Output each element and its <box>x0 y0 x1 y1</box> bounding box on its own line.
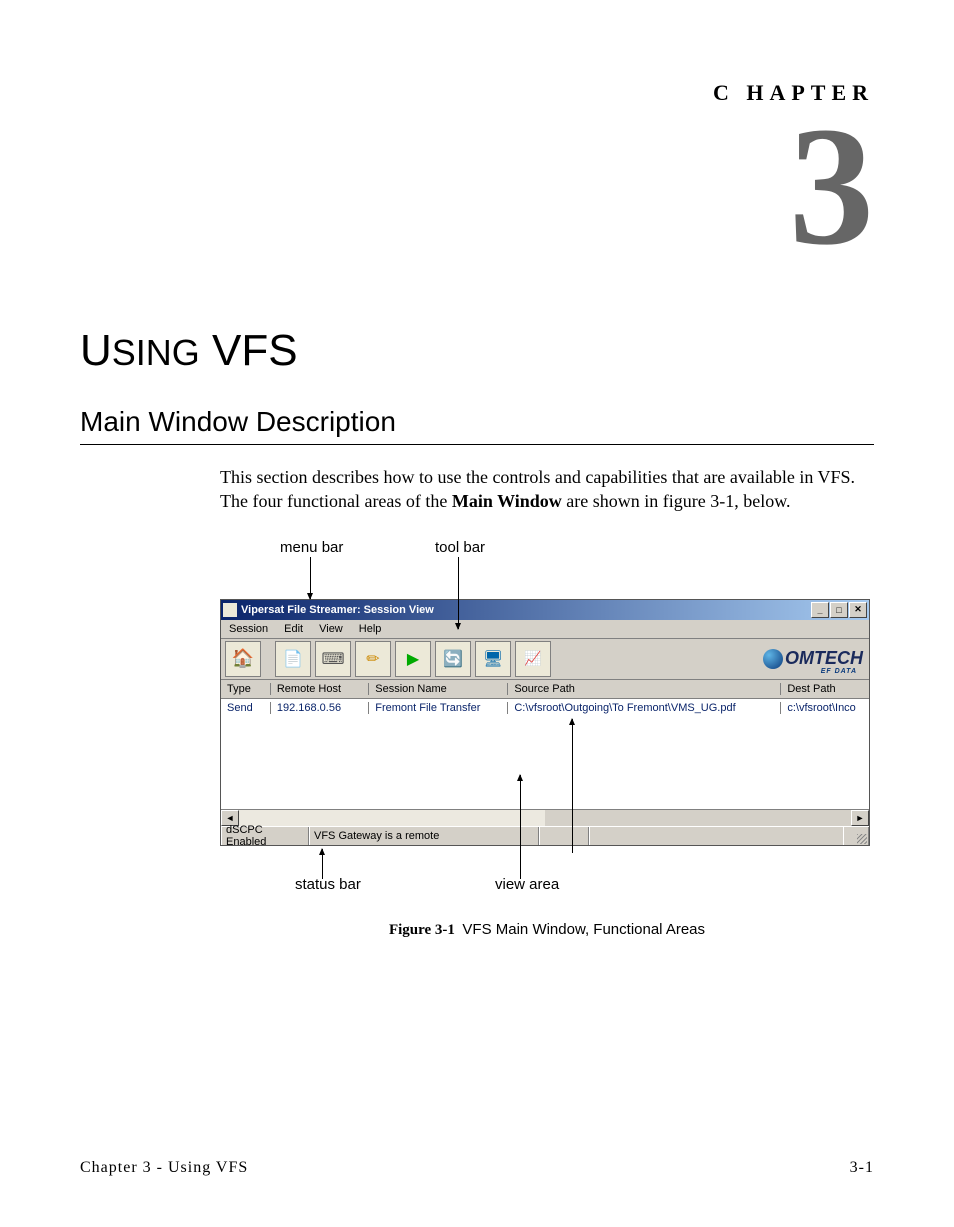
callout-menu-bar: menu bar <box>280 539 343 556</box>
chapter-number: 3 <box>80 116 874 256</box>
section-heading: Main Window Description <box>80 406 874 445</box>
resize-grip-icon[interactable] <box>843 827 869 845</box>
window-titlebar[interactable]: Vipersat File Streamer: Session View _ □… <box>221 600 869 620</box>
play-icon[interactable] <box>395 641 431 677</box>
status-cell-4 <box>589 827 843 845</box>
body-paragraph: This section describes how to use the co… <box>220 465 874 514</box>
maximize-button[interactable]: □ <box>830 602 848 618</box>
minimize-button[interactable]: _ <box>811 602 829 618</box>
tool-bar: OMTECH EF DATA <box>221 639 869 680</box>
menu-edit[interactable]: Edit <box>276 623 311 635</box>
col-host[interactable]: Remote Host <box>271 683 369 695</box>
status-dscpc: dSCPC Enabled <box>221 827 309 845</box>
menu-session[interactable]: Session <box>221 623 276 635</box>
screenshot-window: Vipersat File Streamer: Session View _ □… <box>220 599 870 846</box>
status-cell-3 <box>539 827 589 845</box>
page-title: USING VFS <box>80 326 874 376</box>
brand-logo: OMTECH EF DATA <box>763 648 863 669</box>
callout-tool-bar: tool bar <box>435 539 485 556</box>
col-type[interactable]: Type <box>221 683 271 695</box>
menu-view[interactable]: View <box>311 623 351 635</box>
close-button[interactable]: ✕ <box>849 602 867 618</box>
table-header: Type Remote Host Session Name Source Pat… <box>221 680 869 699</box>
app-icon <box>223 603 237 617</box>
menu-bar: Session Edit View Help <box>221 620 869 639</box>
col-dest[interactable]: Dest Path <box>781 683 869 695</box>
scroll-right-icon[interactable]: ► <box>851 810 869 826</box>
footer-right: 3-1 <box>850 1159 874 1177</box>
monitor-icon[interactable] <box>475 641 511 677</box>
doc-icon[interactable] <box>275 641 311 677</box>
col-source[interactable]: Source Path <box>508 683 781 695</box>
callout-view-area: view area <box>495 876 559 893</box>
horizontal-scrollbar[interactable]: ◄ ► <box>221 809 869 826</box>
wave-icon[interactable] <box>515 641 551 677</box>
status-gateway: VFS Gateway is a remote <box>309 827 539 845</box>
status-bar: dSCPC Enabled VFS Gateway is a remote <box>221 826 869 845</box>
chapter-label: C HAPTER <box>80 80 874 106</box>
table-row[interactable]: Send 192.168.0.56 Fremont File Transfer … <box>221 699 869 717</box>
col-session[interactable]: Session Name <box>369 683 508 695</box>
home-icon[interactable] <box>225 641 261 677</box>
callout-status-bar: status bar <box>295 876 361 893</box>
globe-icon <box>763 649 783 669</box>
keyboard-icon[interactable] <box>315 641 351 677</box>
footer-left: Chapter 3 - Using VFS <box>80 1159 248 1177</box>
window-title: Vipersat File Streamer: Session View <box>241 604 434 616</box>
edit-icon[interactable] <box>355 641 391 677</box>
refresh-icon[interactable] <box>435 641 471 677</box>
menu-help[interactable]: Help <box>351 623 390 635</box>
view-area[interactable]: Send 192.168.0.56 Fremont File Transfer … <box>221 699 869 809</box>
figure-caption: Figure 3-1 VFS Main Window, Functional A… <box>220 921 874 939</box>
